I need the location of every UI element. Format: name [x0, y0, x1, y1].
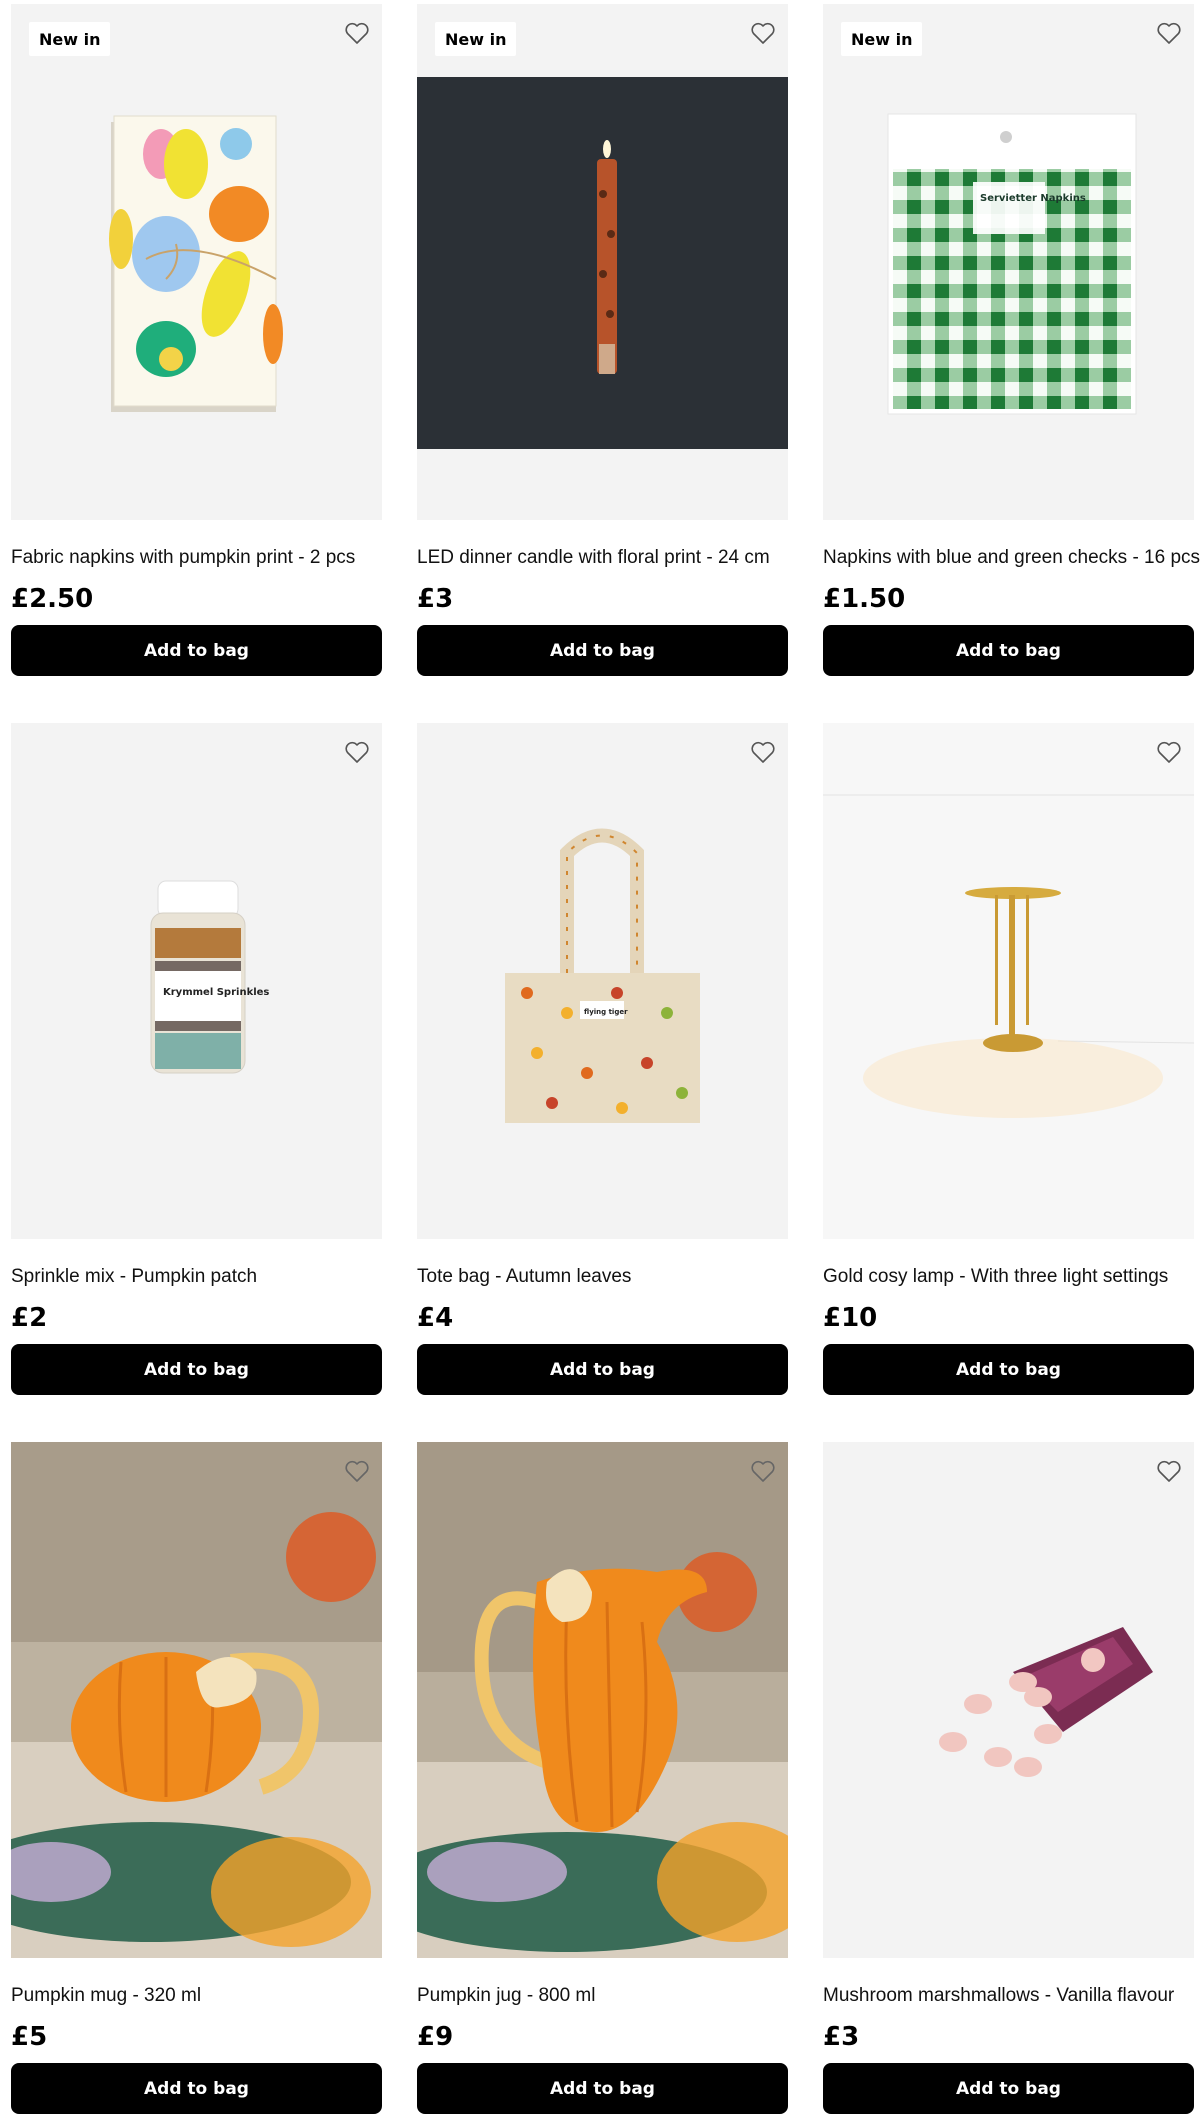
- product-grid: New in Fabric napkins with pumpkin print…: [11, 4, 1200, 2114]
- led-candle-image: [417, 77, 788, 449]
- add-to-bag-button[interactable]: Add to bag: [417, 2063, 788, 2114]
- heart-outline-icon: [751, 741, 775, 763]
- favourite-button[interactable]: [1154, 1456, 1184, 1486]
- product-card[interactable]: New in Fabric napkins with pumpkin print…: [11, 4, 382, 676]
- product-price: £3: [823, 2022, 860, 2052]
- heart-outline-icon: [1157, 1460, 1181, 1482]
- favourite-button[interactable]: [342, 737, 372, 767]
- product-image[interactable]: Krymmel Sprinkles: [11, 723, 382, 1239]
- product-image[interactable]: Servietter Napkins New in: [823, 4, 1194, 520]
- product-card[interactable]: flying tiger Tote bag - Autumn leaves £4…: [417, 723, 788, 1395]
- sprinkles-jar-image: Krymmel Sprinkles: [150, 880, 269, 1074]
- product-title[interactable]: Mushroom marshmallows - Vanilla flavour: [823, 1985, 1200, 2007]
- product-price: £3: [417, 584, 454, 614]
- product-card[interactable]: Krymmel Sprinkles Sprinkle mix - Pumpkin…: [11, 723, 382, 1395]
- add-to-bag-button[interactable]: Add to bag: [417, 625, 788, 676]
- add-to-bag-button[interactable]: Add to bag: [417, 1344, 788, 1395]
- favourite-button[interactable]: [748, 737, 778, 767]
- heart-outline-icon: [751, 22, 775, 44]
- product-card[interactable]: New in LED dinner candle with floral pri…: [417, 4, 788, 676]
- tote-bag-label: flying tiger: [584, 1008, 628, 1016]
- fabric-napkins-image: [109, 115, 283, 412]
- new-in-badge: New in: [29, 22, 111, 56]
- product-title[interactable]: LED dinner candle with floral print - 24…: [417, 547, 797, 569]
- product-price: £1.50: [823, 584, 906, 614]
- product-title[interactable]: Sprinkle mix - Pumpkin patch: [11, 1266, 391, 1288]
- product-image[interactable]: flying tiger: [417, 723, 788, 1239]
- heart-outline-icon: [345, 741, 369, 763]
- product-title[interactable]: Napkins with blue and green checks - 16 …: [823, 547, 1200, 569]
- checked-napkins-image: Servietter Napkins: [887, 113, 1137, 415]
- product-card[interactable]: Servietter Napkins New in Napkins with b…: [823, 4, 1200, 676]
- product-image[interactable]: New in: [11, 4, 382, 520]
- favourite-button[interactable]: [1154, 18, 1184, 48]
- product-image[interactable]: [11, 1442, 382, 1958]
- product-price: £10: [823, 1303, 878, 1333]
- favourite-button[interactable]: [342, 1456, 372, 1486]
- favourite-button[interactable]: [1154, 737, 1184, 767]
- product-title[interactable]: Gold cosy lamp - With three light settin…: [823, 1266, 1200, 1288]
- favourite-button[interactable]: [342, 18, 372, 48]
- gold-lamp-image: [823, 794, 1194, 1118]
- add-to-bag-button[interactable]: Add to bag: [823, 2063, 1194, 2114]
- product-card[interactable]: Mushroom marshmallows - Vanilla flavour …: [823, 1442, 1194, 2114]
- product-price: £2.50: [11, 584, 94, 614]
- product-card[interactable]: Pumpkin mug - 320 ml £5 Add to bag: [11, 1442, 382, 2114]
- favourite-button[interactable]: [748, 1456, 778, 1486]
- favourite-button[interactable]: [748, 18, 778, 48]
- heart-outline-icon: [345, 22, 369, 44]
- product-title[interactable]: Pumpkin jug - 800 ml: [417, 1985, 797, 2007]
- add-to-bag-button[interactable]: Add to bag: [11, 2063, 382, 2114]
- pumpkin-jug-image: [417, 1442, 788, 1958]
- product-image[interactable]: [417, 1442, 788, 1958]
- heart-outline-icon: [751, 1460, 775, 1482]
- heart-outline-icon: [345, 1460, 369, 1482]
- product-price: £2: [11, 1303, 48, 1333]
- add-to-bag-button[interactable]: Add to bag: [823, 625, 1194, 676]
- new-in-badge: New in: [435, 22, 517, 56]
- heart-outline-icon: [1157, 22, 1181, 44]
- product-price: £5: [11, 2022, 48, 2052]
- product-title[interactable]: Tote bag - Autumn leaves: [417, 1266, 797, 1288]
- product-price: £9: [417, 2022, 454, 2052]
- pumpkin-mug-image: [11, 1442, 382, 1958]
- add-to-bag-button[interactable]: Add to bag: [11, 1344, 382, 1395]
- product-card[interactable]: Pumpkin jug - 800 ml £9 Add to bag: [417, 1442, 788, 2114]
- product-card[interactable]: Gold cosy lamp - With three light settin…: [823, 723, 1194, 1395]
- product-image[interactable]: [823, 723, 1194, 1239]
- napkin-pack-label: Servietter Napkins: [980, 193, 1086, 204]
- mushroom-marshmallows-image: [939, 1627, 1153, 1777]
- product-price: £4: [417, 1303, 454, 1333]
- tote-bag-image: flying tiger: [505, 828, 700, 1123]
- add-to-bag-button[interactable]: Add to bag: [11, 625, 382, 676]
- add-to-bag-button[interactable]: Add to bag: [823, 1344, 1194, 1395]
- product-title[interactable]: Pumpkin mug - 320 ml: [11, 1985, 391, 2007]
- sprinkles-jar-label: Krymmel Sprinkles: [163, 987, 269, 998]
- product-image[interactable]: [823, 1442, 1194, 1958]
- heart-outline-icon: [1157, 741, 1181, 763]
- product-image[interactable]: New in: [417, 4, 788, 520]
- product-title[interactable]: Fabric napkins with pumpkin print - 2 pc…: [11, 547, 391, 569]
- new-in-badge: New in: [841, 22, 923, 56]
